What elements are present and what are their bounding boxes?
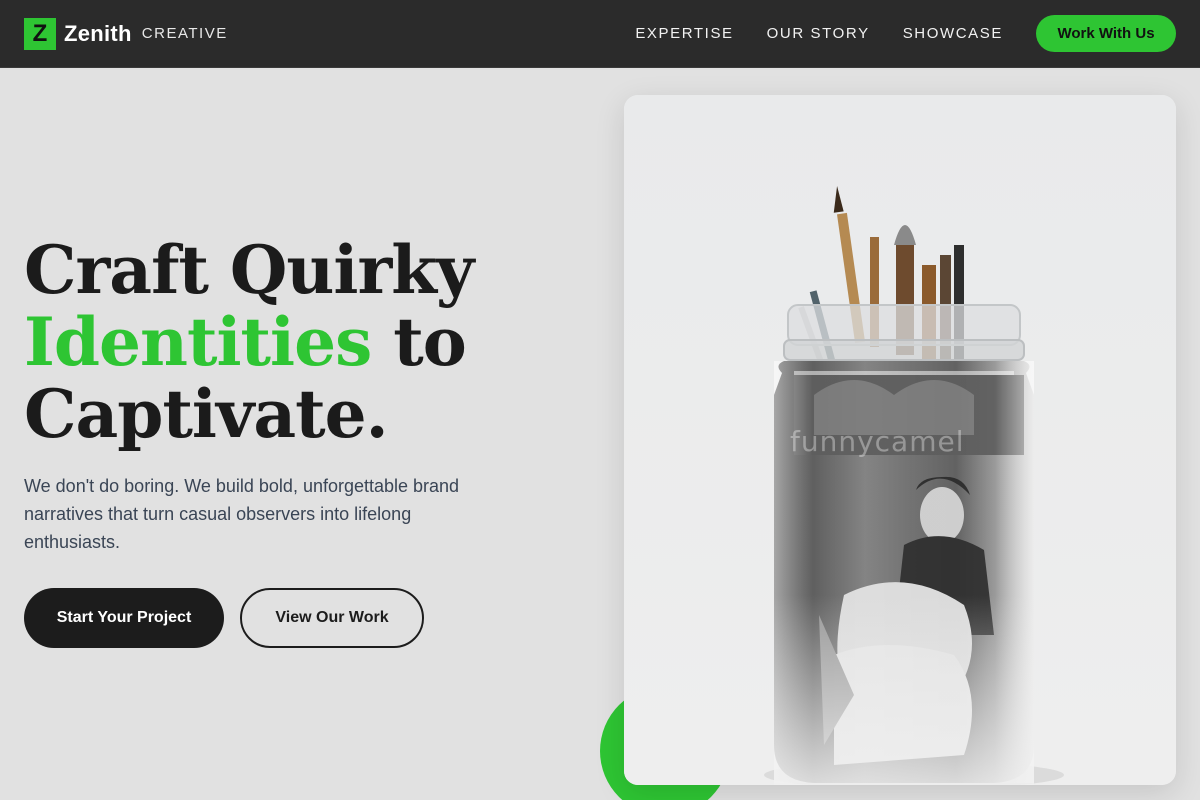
- start-project-button[interactable]: Start Your Project: [24, 588, 224, 648]
- nav-link-our-story[interactable]: OUR STORY: [767, 25, 870, 42]
- hero-subtitle: We don't do boring. We build bold, unfor…: [24, 476, 460, 552]
- hero-title: Craft Quirky Identities to Captivate.: [24, 234, 584, 450]
- brand-tagline: CREATIVE: [141, 25, 228, 42]
- logo-mark: Z: [24, 17, 56, 50]
- work-with-us-button[interactable]: Work With Us: [1036, 15, 1176, 52]
- view-work-button[interactable]: View Our Work: [240, 588, 424, 648]
- hero-title-line3: Captivate.: [24, 375, 389, 453]
- hero-title-line2-rest: to: [371, 303, 467, 381]
- hero-title-line1: Craft Quirky: [24, 231, 474, 309]
- image-watermark: funnycamel: [790, 425, 965, 458]
- nav-link-expertise[interactable]: EXPERTISE: [635, 25, 733, 42]
- brand-name: Zenith: [64, 20, 132, 46]
- brand-logo[interactable]: Z Zenith CREATIVE: [24, 17, 228, 50]
- main-nav: EXPERTISE OUR STORY SHOWCASE Work With U…: [635, 15, 1176, 52]
- hero-title-accent: Identities: [24, 303, 372, 381]
- site-header: Z Zenith CREATIVE EXPERTISE OUR STORY SH…: [0, 0, 1200, 68]
- hero-image: funnycamel: [624, 95, 1176, 785]
- nav-link-showcase[interactable]: SHOWCASE: [903, 25, 1003, 42]
